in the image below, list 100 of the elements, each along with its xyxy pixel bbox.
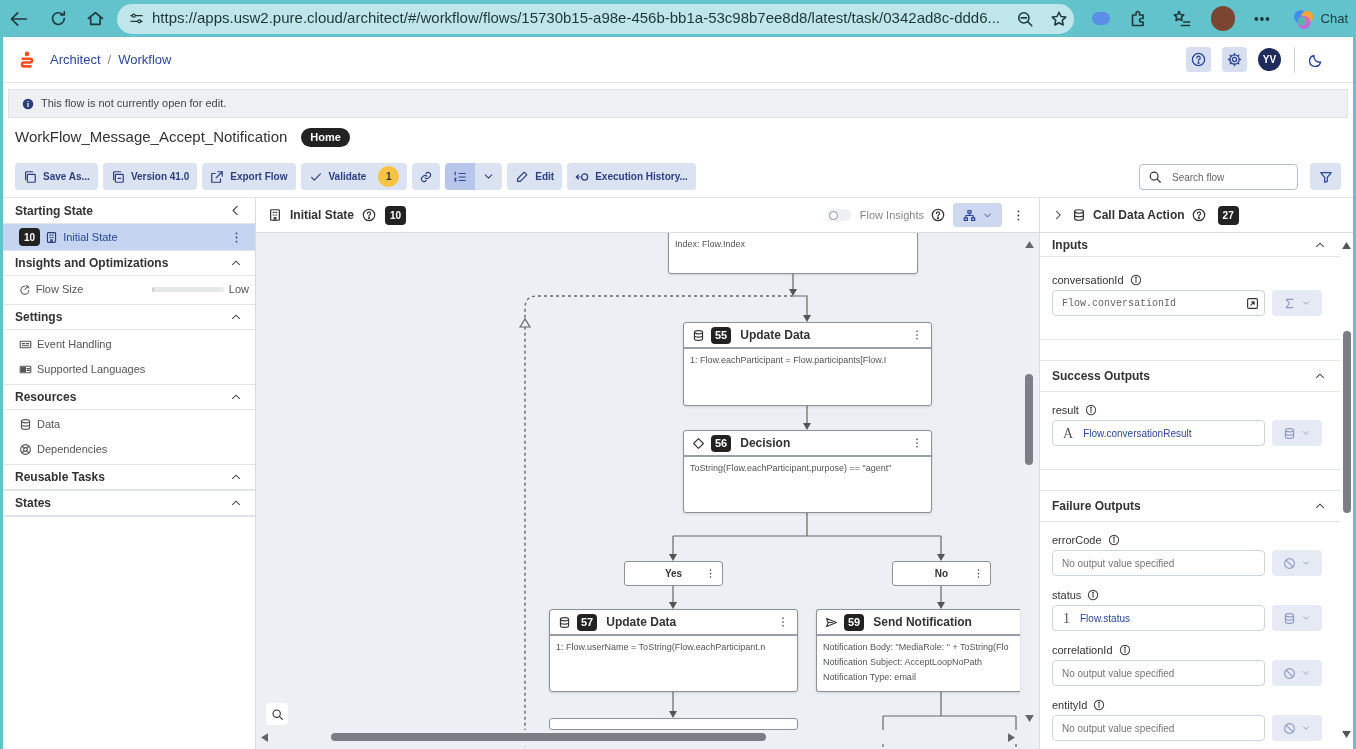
node-title: Decision <box>740 435 792 452</box>
state-number: 10 <box>385 205 407 225</box>
export-button[interactable]: Export Flow <box>202 163 296 190</box>
info-icon[interactable] <box>1084 404 1097 416</box>
database-icon <box>558 615 571 629</box>
section-heading: Success Outputs <box>1052 368 1151 385</box>
breadcrumb-link[interactable]: Workflow <box>118 49 172 70</box>
flow-insights-toggle[interactable] <box>826 209 851 221</box>
info-icon[interactable] <box>1087 589 1100 601</box>
help-button[interactable] <box>1186 47 1211 72</box>
filter-button[interactable] <box>1310 163 1341 190</box>
execution-history-button[interactable]: Execution History... <box>567 163 696 190</box>
scroll-down-icon[interactable] <box>1025 715 1034 722</box>
scroll-down-icon[interactable] <box>1342 731 1351 738</box>
expression-field[interactable]: Flow.conversationId <box>1052 290 1265 316</box>
flow-node[interactable]: 56 Decision ToString(Flow.eachParticipant.purpose) == "agent" <box>683 430 932 513</box>
link-button[interactable] <box>412 163 441 190</box>
settings-button[interactable] <box>1222 47 1247 72</box>
flow-node[interactable] <box>549 718 798 730</box>
favorites-icon[interactable] <box>1171 9 1191 28</box>
chat-button[interactable]: Chat <box>1292 7 1349 30</box>
numbered-list-icon <box>453 169 468 184</box>
step-number: 59 <box>844 613 865 631</box>
help-icon[interactable] <box>931 208 945 222</box>
branch-node[interactable]: No <box>892 561 991 586</box>
section-heading: Resources <box>15 389 77 406</box>
save-as-button[interactable]: Save As... <box>15 163 98 190</box>
section-heading: Inputs <box>1052 236 1088 254</box>
database-icon <box>692 328 705 342</box>
help-icon <box>1191 52 1206 67</box>
help-icon[interactable] <box>1191 208 1206 222</box>
event-list-icon <box>19 338 32 351</box>
favorite-icon[interactable] <box>1050 9 1069 28</box>
output-field[interactable]: No output value specified <box>1052 715 1265 741</box>
site-info-icon[interactable] <box>128 11 144 26</box>
caret-icon <box>1301 723 1311 733</box>
search-field[interactable]: Search flow <box>1139 164 1298 190</box>
state-name: Initial State <box>63 229 119 245</box>
connector-arrow <box>937 585 945 609</box>
node-title: Update Data <box>740 327 812 344</box>
flow-name: WorkFlow_Message_Accept_Notification <box>15 126 288 147</box>
breadcrumb-link[interactable]: Architect <box>50 49 101 70</box>
notice-text: This flow is not currently open for edit. <box>41 96 227 112</box>
profile-avatar[interactable] <box>1210 6 1236 31</box>
state-title: Initial State <box>290 207 354 224</box>
info-icon[interactable] <box>1107 534 1120 546</box>
sidebar-link[interactable]: Dependencies <box>3 437 255 462</box>
count-badge: 1 <box>378 166 400 187</box>
sidebar-link[interactable]: Event Handling <box>3 332 255 357</box>
state-icon <box>268 208 282 222</box>
output-field[interactable]: No output value specified <box>1052 660 1265 686</box>
field-label: errorCode <box>1052 532 1102 548</box>
zoom-out-icon[interactable] <box>1016 9 1035 28</box>
node-title: Update Data <box>606 614 678 631</box>
layout-button[interactable] <box>953 203 1002 227</box>
vertical-scrollbar[interactable] <box>1025 374 1033 465</box>
flow-type-badge: Home <box>301 127 350 147</box>
edit-button[interactable]: Edit <box>507 163 563 190</box>
sigma-icon <box>1283 296 1296 310</box>
sidebar-link[interactable]: Supported Languages <box>3 357 255 382</box>
scroll-left-icon[interactable] <box>261 733 268 742</box>
home-icon[interactable] <box>86 9 105 28</box>
field-label: correlationId <box>1052 642 1113 658</box>
info-icon[interactable] <box>1093 699 1106 711</box>
scroll-up-icon[interactable] <box>1342 242 1351 249</box>
info-icon[interactable] <box>1129 274 1142 286</box>
variable-field[interactable]: 1 Flow.status <box>1052 605 1265 631</box>
section-heading: Starting State <box>15 202 93 220</box>
state-number: 10 <box>19 228 41 246</box>
flow-node[interactable]: Index: Flow.Index <box>668 233 918 274</box>
link-icon <box>419 169 434 184</box>
version-button[interactable]: Version 41.0 <box>102 163 198 190</box>
validate-button[interactable]: Validate 1 <box>300 163 408 190</box>
user-avatar[interactable]: YV <box>1258 48 1281 71</box>
breadcrumb-separator: / <box>107 50 112 69</box>
caret-icon <box>1301 613 1311 623</box>
gauge-icon <box>19 282 31 296</box>
horizontal-scrollbar[interactable] <box>331 733 766 741</box>
variable-field[interactable]: A Flow.conversationResult <box>1052 420 1265 446</box>
branch-node[interactable]: Yes <box>624 561 723 586</box>
step-number: 27 <box>1217 205 1239 225</box>
flow-node[interactable]: 57 Update Data 1: Flow.userName = ToString(Flow.eachParticipant.n <box>549 609 798 692</box>
address-bar[interactable]: https://apps.usw2.pure.cloud/architect/#/workflow/flows/15730b15-a98e-456b-bb1a-53c98b7ee8d8/latest/task/0342ad8c-ddd6... <box>116 3 1074 34</box>
branch-label: No <box>934 567 949 581</box>
sidebar-link[interactable]: Data <box>3 412 255 437</box>
output-field[interactable]: No output value specified <box>1052 550 1265 576</box>
none-icon <box>1283 666 1296 680</box>
flow-node[interactable]: 55 Update Data 1: Flow.eachParticipant = Flow.participants[Flow.I <box>683 322 932 406</box>
state-item[interactable]: 10 Initial State <box>3 224 255 250</box>
open-editor-icon[interactable] <box>1246 296 1259 310</box>
help-icon[interactable] <box>362 208 376 222</box>
meter-label: Flow Size <box>35 281 85 297</box>
vertical-scrollbar[interactable] <box>1343 331 1351 513</box>
scroll-up-icon[interactable] <box>1025 241 1034 248</box>
settings-icon <box>1227 52 1242 67</box>
flow-node[interactable]: 59 Send Notification Notification Body: "MediaRole: " + ToString(Flo Notification Subject: AcceptLoopNoPath Notification Type: email <box>816 609 1020 692</box>
scroll-right-icon[interactable] <box>1008 733 1015 742</box>
list-view-button[interactable] <box>445 163 476 190</box>
zoom-button[interactable] <box>266 703 288 725</box>
info-icon[interactable] <box>1118 644 1131 656</box>
